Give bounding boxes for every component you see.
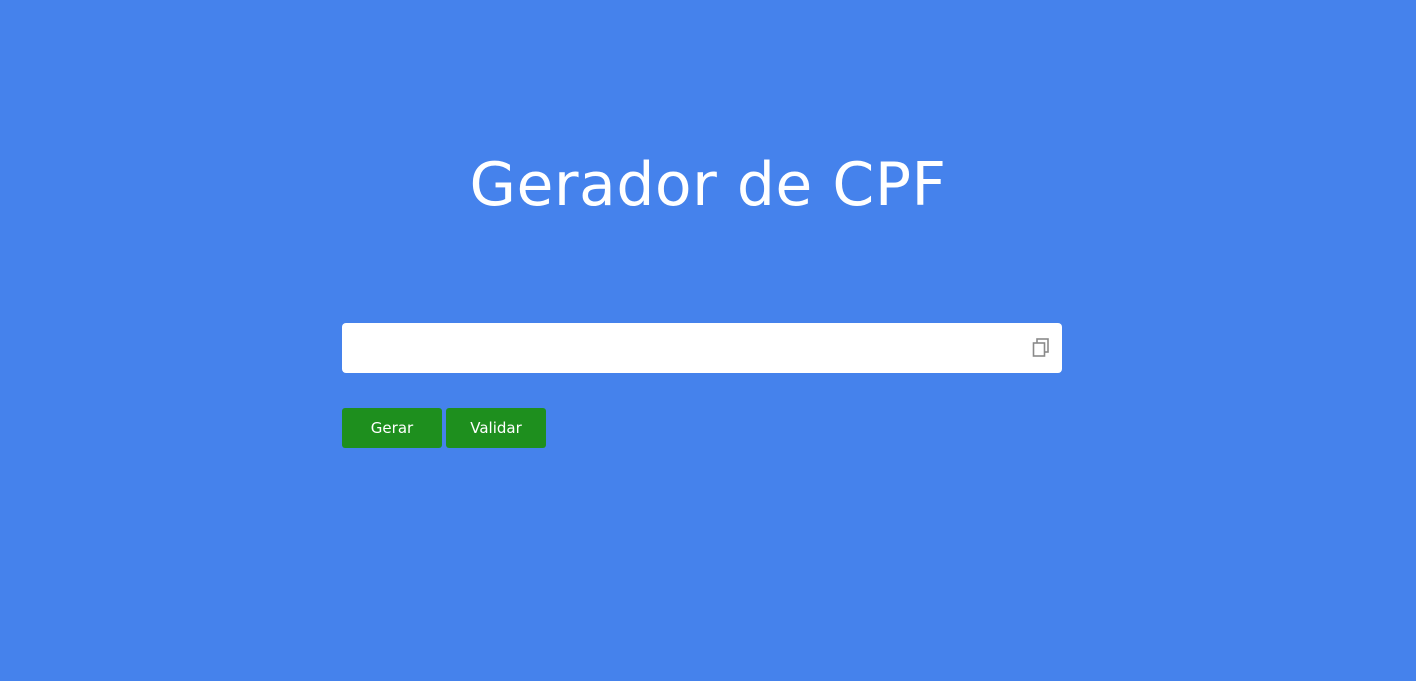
validate-button[interactable]: Validar <box>446 408 546 448</box>
copy-button[interactable] <box>1028 335 1054 361</box>
cpf-field-container <box>342 323 1062 373</box>
copy-icon <box>1032 338 1049 357</box>
cpf-input[interactable] <box>342 323 1012 373</box>
generate-button[interactable]: Gerar <box>342 408 442 448</box>
page-title: Gerador de CPF <box>469 150 947 220</box>
